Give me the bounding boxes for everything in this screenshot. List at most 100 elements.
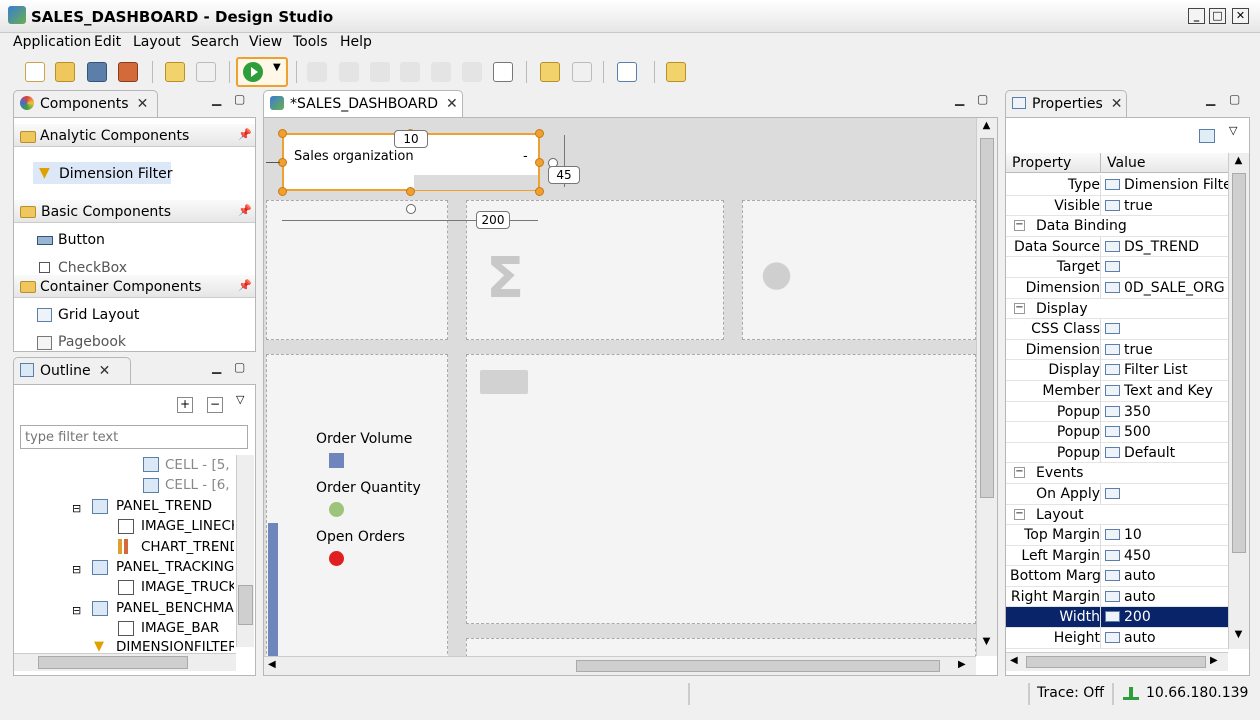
vertical-scrollbar[interactable] [236, 455, 254, 647]
property-group[interactable]: − Layout [1006, 505, 1228, 526]
collapse-toggle-icon[interactable]: − [1014, 508, 1025, 520]
component-dimension-filter[interactable]: Dimension Filter [59, 166, 173, 182]
tree-node-panel-tracking[interactable]: PANEL_TRACKING [116, 559, 234, 575]
menu-tools[interactable]: Tools [293, 34, 328, 50]
edit-icon[interactable] [1199, 129, 1215, 143]
collapse-toggle-icon[interactable]: − [1014, 467, 1025, 479]
property-value[interactable]: Dimension Filter [1124, 177, 1228, 193]
minimize-view-icon[interactable]: ▁ [1206, 92, 1215, 106]
minimize-view-icon[interactable]: ▁ [212, 360, 221, 374]
property-row[interactable]: Popup 500 [1006, 422, 1228, 443]
category-container-components[interactable]: Container Components [14, 275, 255, 298]
resize-handle[interactable] [535, 187, 544, 196]
maximize-view-icon[interactable]: ▢ [234, 92, 245, 106]
preview-icon[interactable] [617, 62, 637, 82]
menu-view[interactable]: View [249, 34, 282, 50]
tree-node-panel-benchmark[interactable]: PANEL_BENCHMARK [116, 600, 234, 616]
menu-help[interactable]: Help [340, 34, 372, 50]
property-value[interactable]: auto [1124, 630, 1156, 646]
property-row[interactable]: Right Margin auto [1006, 586, 1228, 608]
new-icon[interactable] [25, 62, 45, 82]
tree-node-image-truck[interactable]: IMAGE_TRUCK [141, 579, 234, 595]
chevron-down-icon[interactable]: ▼ [273, 62, 281, 73]
column-value[interactable]: Value [1107, 155, 1145, 171]
menu-application[interactable]: Application [13, 34, 91, 50]
component-pagebook[interactable]: Pagebook [58, 334, 126, 350]
component-button[interactable]: Button [58, 232, 105, 248]
tree-node-cell-6[interactable]: CELL - [6, 0] [165, 477, 234, 493]
pin-icon[interactable]: 📌 [238, 128, 252, 141]
property-row[interactable]: Target [1006, 257, 1228, 278]
minimize-button[interactable]: _ [1188, 8, 1205, 24]
resize-handle[interactable] [535, 129, 544, 138]
property-row[interactable]: Top Margin 10 [1006, 525, 1228, 546]
resize-handle[interactable] [278, 187, 287, 196]
run-icon[interactable] [243, 62, 263, 82]
horizontal-scrollbar[interactable]: ◀ ▶ [1006, 652, 1228, 671]
property-value[interactable]: Default [1124, 445, 1175, 461]
property-row[interactable]: Display Filter List [1006, 360, 1228, 381]
pin-icon[interactable]: 📌 [238, 204, 252, 217]
property-row[interactable]: Left Margin 450 [1006, 545, 1228, 567]
property-row[interactable]: Type Dimension Filter [1006, 175, 1228, 196]
resize-handle[interactable] [535, 158, 544, 167]
collapse-toggle-icon[interactable]: ⊟ [72, 604, 81, 617]
view-menu-icon[interactable]: ▽ [236, 393, 244, 406]
component-checkbox[interactable]: CheckBox [58, 260, 127, 276]
vertical-scrollbar[interactable]: ▲ ▼ [1228, 153, 1249, 649]
property-value[interactable]: 500 [1124, 424, 1151, 440]
save-icon[interactable] [87, 62, 107, 82]
fit-icon[interactable] [493, 62, 513, 82]
maximize-view-icon[interactable]: ▢ [234, 360, 245, 374]
tab-outline[interactable]: Outline ✕ [13, 357, 131, 384]
resize-handle[interactable] [406, 187, 415, 196]
minimize-view-icon[interactable]: ▁ [212, 92, 221, 106]
property-value[interactable]: auto [1124, 568, 1156, 584]
property-value[interactable]: true [1124, 342, 1153, 358]
export-icon[interactable] [572, 62, 592, 82]
close-icon[interactable]: ✕ [137, 96, 149, 112]
property-row[interactable]: CSS Class [1006, 319, 1228, 340]
horizontal-scrollbar[interactable]: ◀ ▶ [264, 656, 976, 675]
property-row[interactable]: Width 200 [1006, 607, 1228, 629]
collapse-toggle-icon[interactable]: − [1014, 220, 1025, 232]
maximize-button[interactable]: □ [1209, 8, 1226, 24]
trace-status[interactable]: Trace: Off [1037, 685, 1104, 701]
expand-all-icon[interactable]: + [177, 397, 193, 413]
filter-input[interactable] [20, 425, 248, 449]
property-row[interactable]: Member Text and Key [1006, 380, 1228, 402]
maximize-view-icon[interactable]: ▢ [1229, 92, 1240, 106]
menu-layout[interactable]: Layout [133, 34, 181, 50]
property-row[interactable]: Height auto [1006, 628, 1228, 649]
minimize-view-icon[interactable]: ▁ [955, 92, 964, 106]
collapse-all-icon[interactable]: − [207, 397, 223, 413]
property-value[interactable]: Text and Key [1124, 383, 1213, 399]
horizontal-scrollbar[interactable] [14, 653, 236, 671]
collapse-toggle-icon[interactable]: ⊟ [72, 563, 81, 576]
redo-icon[interactable] [196, 62, 216, 82]
property-group[interactable]: − Display [1006, 299, 1228, 320]
property-row[interactable]: Dimension 0D_SALE_ORG [1006, 277, 1228, 299]
open-folder-icon[interactable] [55, 62, 75, 82]
category-basic-components[interactable]: Basic Components [14, 200, 255, 223]
anchor-handle[interactable] [406, 204, 416, 214]
property-value[interactable]: auto [1124, 589, 1156, 605]
tab-properties[interactable]: Properties ✕ [1005, 90, 1127, 117]
vertical-scrollbar[interactable]: ▲ ▼ [976, 118, 997, 656]
tree-node-cell-5[interactable]: CELL - [5, 0] [165, 457, 234, 473]
tree-node-image-bar[interactable]: IMAGE_BAR [141, 620, 219, 636]
menu-edit[interactable]: Edit [94, 34, 121, 50]
tree-node-image-linechart[interactable]: IMAGE_LINECHART [141, 518, 234, 534]
property-value[interactable]: 350 [1124, 404, 1151, 420]
category-analytic-components[interactable]: Analytic Components [14, 124, 255, 147]
tab-sales-dashboard[interactable]: *SALES_DASHBOARD ✕ [263, 90, 463, 117]
close-button[interactable]: ✕ [1232, 8, 1249, 24]
close-icon[interactable]: ✕ [1111, 96, 1123, 112]
property-value[interactable]: Filter List [1124, 362, 1188, 378]
property-row[interactable]: Popup 350 [1006, 401, 1228, 423]
collapse-toggle-icon[interactable]: ⊟ [72, 502, 81, 515]
property-value[interactable]: 10 [1124, 527, 1142, 543]
maximize-view-icon[interactable]: ▢ [977, 92, 988, 106]
pin-icon[interactable]: 📌 [238, 279, 252, 292]
property-row[interactable]: Data Source DS_TREND [1006, 236, 1228, 258]
